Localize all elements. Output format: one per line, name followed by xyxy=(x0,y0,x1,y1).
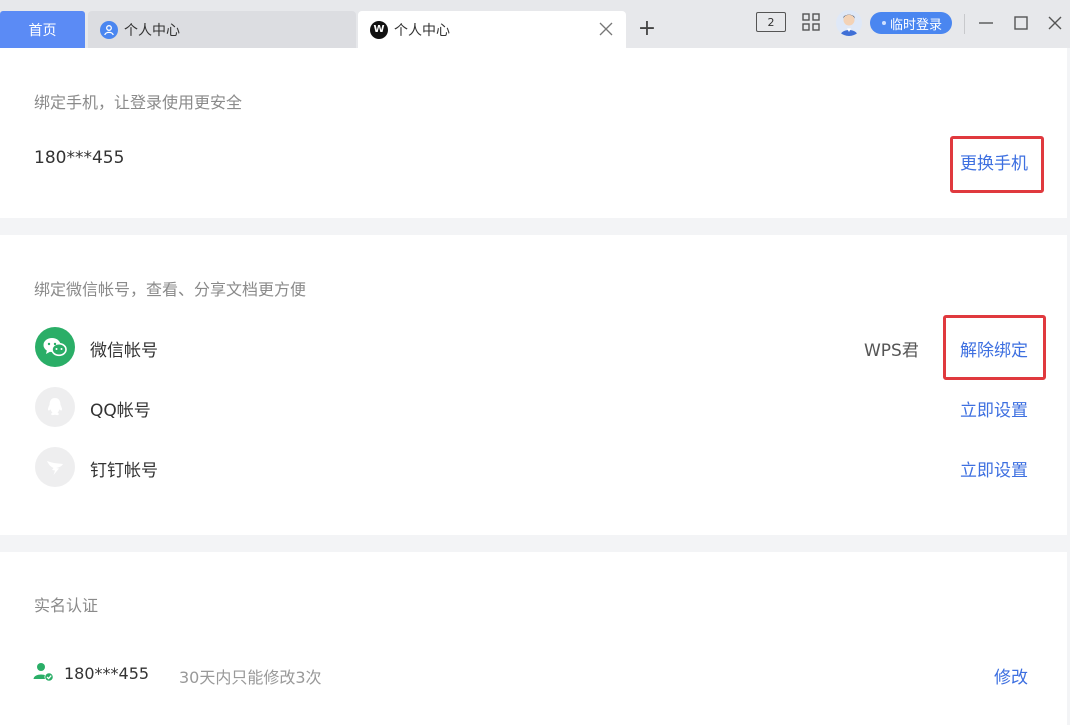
multi-window-icon[interactable]: 2 xyxy=(756,12,786,32)
app-grid-icon[interactable] xyxy=(802,13,820,31)
status-dot xyxy=(882,21,886,25)
tab-personal-center[interactable]: 个人中心 xyxy=(88,11,356,48)
phone-binding-card: 绑定手机，让登录使用更安全 180***455 更换手机 xyxy=(0,48,1067,218)
tab-home[interactable]: 首页 xyxy=(0,11,85,48)
minimize-icon[interactable] xyxy=(977,14,995,32)
tab-label: 个人中心 xyxy=(394,22,450,39)
change-phone-button[interactable]: 更换手机 xyxy=(960,149,1028,174)
temp-login-label: 临时登录 xyxy=(890,17,943,33)
divider xyxy=(964,14,965,34)
maximize-icon[interactable] xyxy=(1012,14,1030,32)
account-binding-card: 绑定微信帐号，查看、分享文档更方便 微信帐号 WPS君 解除绑定 QQ帐号 立即… xyxy=(0,235,1067,535)
wechat-bound-name: WPS君 xyxy=(864,341,919,361)
account-name-dingtalk: 钉钉帐号 xyxy=(90,461,158,481)
wechat-icon xyxy=(35,327,75,367)
realname-section-title: 实名认证 xyxy=(34,596,99,615)
qq-icon xyxy=(35,387,75,427)
wps-icon: W xyxy=(370,20,388,39)
setup-dingtalk-button[interactable]: 立即设置 xyxy=(960,456,1028,481)
bind-section-title: 绑定微信帐号，查看、分享文档更方便 xyxy=(34,280,307,299)
phone-number: 180***455 xyxy=(34,148,125,168)
add-tab-button[interactable]: + xyxy=(636,18,658,40)
temp-login-button[interactable]: 临时登录 xyxy=(870,12,953,34)
avatar[interactable] xyxy=(836,10,862,36)
phone-section-title: 绑定手机，让登录使用更安全 xyxy=(34,93,243,112)
title-bar: 首页 个人中心 W 个人中心 + 2 临时登录 xyxy=(0,0,1070,48)
window-close-icon[interactable] xyxy=(1046,14,1064,32)
realname-number: 180***455 xyxy=(64,664,150,683)
account-name-qq: QQ帐号 xyxy=(90,401,151,421)
tab-personal-center-active[interactable]: W 个人中心 xyxy=(358,11,626,48)
dingtalk-icon xyxy=(35,447,75,487)
unbind-wechat-button[interactable]: 解除绑定 xyxy=(960,336,1028,361)
close-icon[interactable] xyxy=(598,21,614,37)
realname-note: 30天内只能修改3次 xyxy=(179,668,322,687)
edit-realname-button[interactable]: 修改 xyxy=(994,663,1028,688)
verified-user-icon xyxy=(33,663,54,682)
realname-card: 实名认证 180***455 30天内只能修改3次 修改 xyxy=(0,552,1067,725)
account-name-wechat: 微信帐号 xyxy=(90,341,158,361)
tab-label: 个人中心 xyxy=(124,22,180,39)
user-icon xyxy=(100,20,118,39)
setup-qq-button[interactable]: 立即设置 xyxy=(960,396,1028,421)
multi-window-count: 2 xyxy=(767,15,775,29)
